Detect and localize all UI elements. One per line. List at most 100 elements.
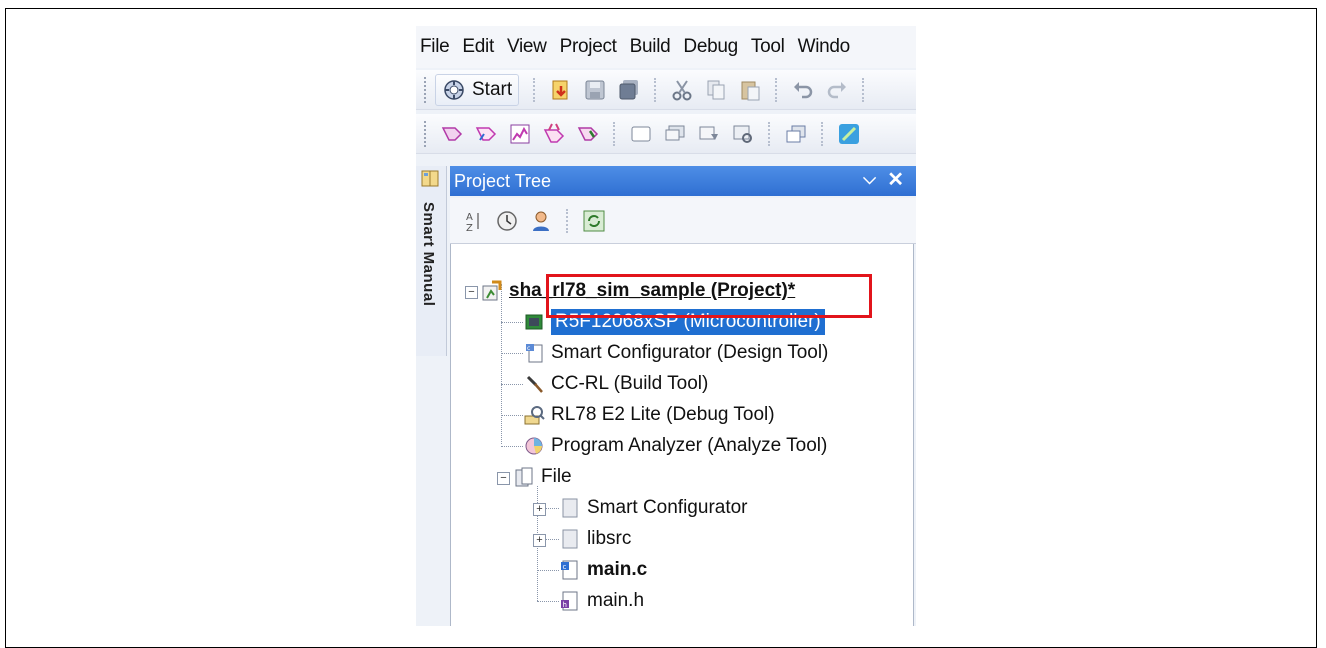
plugin-icon[interactable] [836,121,862,147]
toolbar-separator [566,208,569,233]
configurator-icon: c [526,344,543,363]
toolbar-separator [613,121,616,146]
toolbar-grip[interactable] [424,120,429,147]
undo-icon[interactable] [790,77,816,103]
folder-icon [562,529,578,549]
menu-edit[interactable]: Edit [462,36,494,58]
bookmark-icon[interactable] [696,121,722,147]
analyze-tool-label: Program Analyzer (Analyze Tool) [551,435,828,456]
pie-chart-icon [525,437,543,455]
download-icon[interactable] [575,121,601,147]
menu-window[interactable]: Windo [798,36,851,58]
user-icon[interactable] [528,208,554,234]
save-icon[interactable] [582,77,608,103]
toolbar-separator [533,77,536,102]
save-all-icon[interactable] [616,77,642,103]
tree-connector [537,601,559,602]
svg-text:A: A [466,212,473,223]
clock-icon[interactable] [494,208,520,234]
project-icon [482,280,502,301]
tree-item-folder-smart-configurator[interactable]: Smart Configurator [559,493,748,523]
pin-icon[interactable]: ⌵ [863,169,876,189]
cascade-icon[interactable] [783,121,809,147]
panel-title-bar[interactable]: Project Tree ⌵ ✕ [450,166,916,196]
menu-project[interactable]: Project [560,36,617,58]
svg-text:h: h [563,601,567,609]
tree-item-main-h[interactable]: h main.h [559,586,644,616]
window-icon[interactable] [628,121,654,147]
svg-text:Z: Z [466,223,473,233]
open-icon[interactable] [548,77,574,103]
smart-manual-tab[interactable]: Smart Manual [416,166,447,356]
menu-bar: File Edit View Project Build Debug Tool … [416,26,916,68]
toolbar-grip[interactable] [424,76,429,103]
build-icon[interactable] [439,121,465,147]
smart-manual-label: Smart Manual [420,202,437,307]
toolbar-separator [775,77,778,102]
tree-connector [501,384,523,385]
toolbar-separator [862,77,865,102]
expand-smart-configurator-toggle[interactable]: + [533,503,546,516]
tree-item-debug-tool[interactable]: RL78 E2 Lite (Debug Tool) [523,400,775,430]
tree-connector [537,570,559,571]
comment-icon[interactable] [662,121,688,147]
tree-connector [501,415,523,416]
chip-icon [525,314,543,330]
expand-libsrc-toggle[interactable]: + [533,534,546,547]
tree-connector [501,284,502,444]
debug-tool-label: RL78 E2 Lite (Debug Tool) [551,404,775,425]
paste-icon[interactable] [737,77,763,103]
panel-title: Project Tree [454,170,552,191]
toolbar-separator [821,121,824,146]
copy-icon[interactable] [703,77,729,103]
cut-icon[interactable] [669,77,695,103]
build-graph-icon[interactable] [507,121,533,147]
tree-item-build-tool[interactable]: CC-RL (Build Tool) [523,369,708,399]
tree-connector [501,322,523,323]
menu-tool[interactable]: Tool [751,36,785,58]
menu-debug[interactable]: Debug [683,36,738,58]
book-icon [421,170,439,187]
highlight-box [546,274,872,318]
build-tool-label: CC-RL (Build Tool) [551,373,709,394]
tree-item-smart-configurator-tool[interactable]: c Smart Configurator (Design Tool) [523,338,828,368]
tree-item-folder-libsrc[interactable]: libsrc [559,524,631,554]
c-file-icon: c [561,560,578,580]
ide-window: File Edit View Project Build Debug Tool … [416,26,916,626]
tree-item-file-folder[interactable]: File [513,462,572,492]
debugger-icon [524,406,545,425]
file-folder-icon [515,467,533,487]
menu-build[interactable]: Build [630,36,671,58]
start-label: Start [472,78,513,100]
svg-text:c: c [527,345,530,352]
tree-connector [501,446,523,447]
menu-view[interactable]: View [507,36,547,58]
h-file-icon: h [561,591,578,611]
close-icon[interactable]: ✕ [887,167,904,192]
collapse-file-toggle[interactable]: − [497,472,510,485]
menu-file[interactable]: File [420,36,450,58]
redo-icon[interactable] [824,77,850,103]
project-tree-toolbar: AZ [450,198,916,244]
refresh-icon[interactable] [581,208,607,234]
file-folder-label: File [541,466,572,487]
clean-icon[interactable] [541,121,567,147]
tree-item-analyze-tool[interactable]: Program Analyzer (Analyze Tool) [523,431,827,461]
collapse-project-toggle[interactable]: − [465,286,478,299]
folder-icon [562,498,578,518]
tree-item-main-c[interactable]: c main.c [559,555,647,585]
svg-text:c: c [563,563,567,571]
smart-configurator-tool-label: Smart Configurator (Design Tool) [551,342,829,363]
main-toolbar: Start [416,70,916,110]
main-c-label: main.c [587,559,648,580]
search-window-icon[interactable] [730,121,756,147]
hammer-icon [526,375,543,393]
start-button[interactable]: Start [435,73,520,106]
toolbar-separator [768,121,771,146]
rebuild-icon[interactable] [473,121,499,147]
tree-connector [501,353,523,354]
sort-icon[interactable]: AZ [460,208,486,234]
folder-libsrc-label: libsrc [587,528,632,549]
debug-toolbar [416,114,916,154]
toolbar-separator [654,77,657,102]
